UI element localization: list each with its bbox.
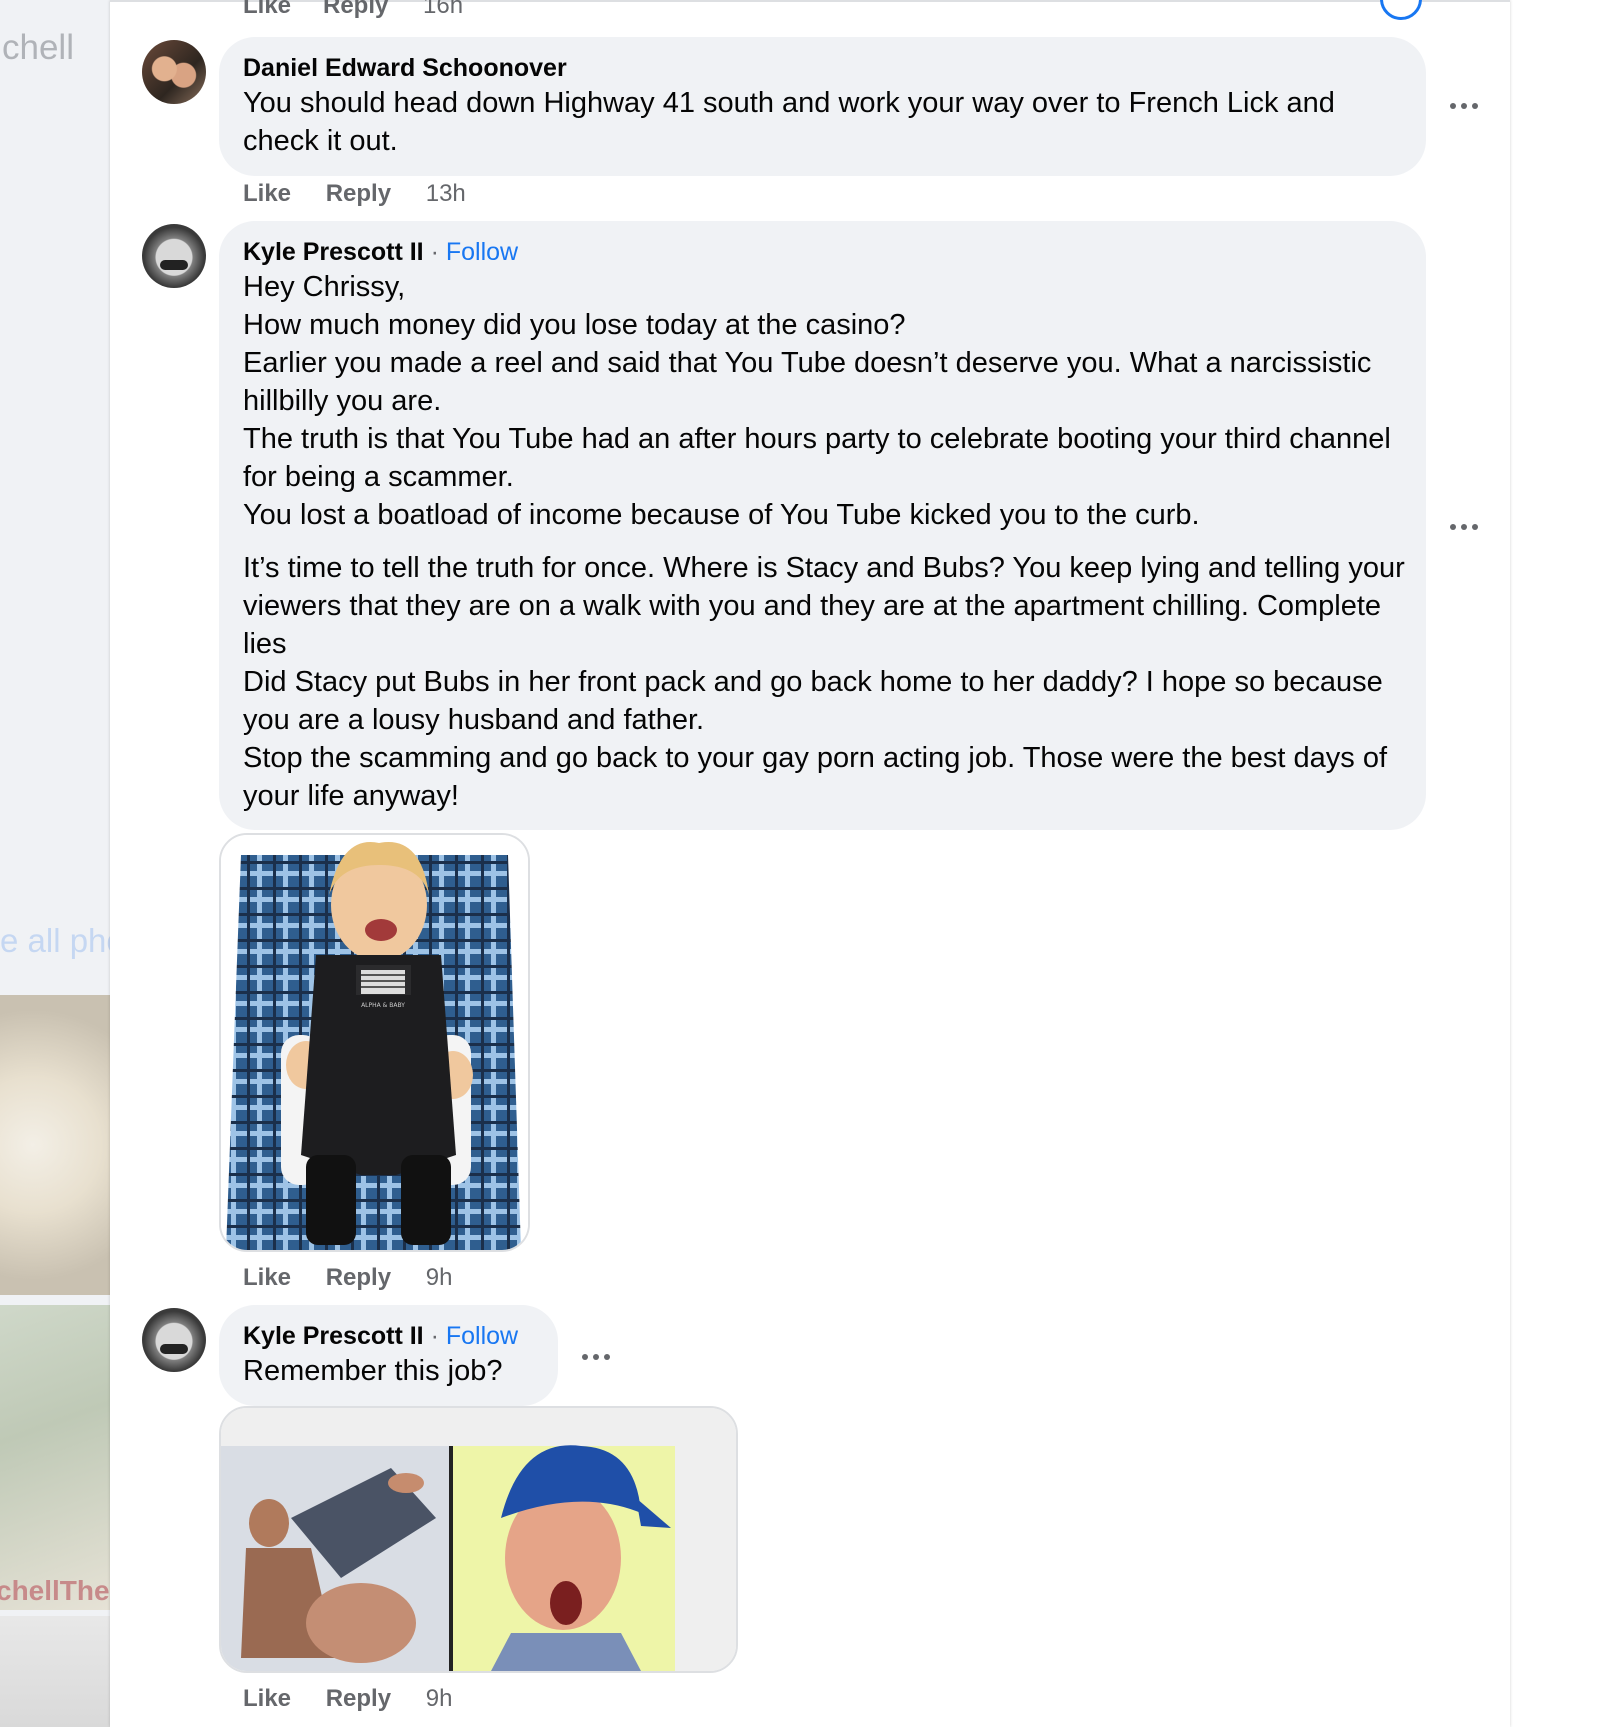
comment-timestamp[interactable]: 9h (426, 1685, 453, 1712)
comment-text: You should head down Highway 41 south an… (243, 84, 1413, 160)
comment-author-row: Kyle Prescott II · Follow (243, 1322, 518, 1351)
comment-line: Remember this job? (243, 1355, 503, 1387)
more-options-icon[interactable] (1448, 517, 1482, 537)
comment-text: Remember this job? (243, 1352, 553, 1390)
scroll-indicator-icon (1380, 0, 1422, 20)
comment-author-row: Kyle Prescott II · Follow (243, 238, 518, 267)
comment-timestamp[interactable]: 9h (426, 1264, 453, 1291)
comment-line: How much money did you lose today at the… (243, 309, 906, 341)
comment-image-attachment[interactable] (219, 1406, 738, 1673)
background-photo-thumbnail[interactable]: chellThe (0, 1305, 110, 1610)
follow-link[interactable]: Follow (446, 1322, 518, 1350)
comment-line: Did Stacy put Bubs in her front pack and… (243, 666, 1383, 736)
like-button[interactable]: Like (243, 0, 291, 20)
comment-line: Stop the scamming and go back to your ga… (243, 742, 1388, 812)
comment-bubble: Kyle Prescott II · Follow Remember this … (219, 1305, 558, 1406)
like-button[interactable]: Like (243, 1264, 291, 1291)
more-options-icon[interactable] (580, 1347, 614, 1367)
background-photo-thumbnail[interactable] (0, 995, 110, 1295)
comment-timestamp[interactable]: 16h (423, 0, 463, 20)
comment-actions: Like Reply 13h (243, 180, 466, 208)
follow-link[interactable]: Follow (446, 238, 518, 266)
avatar[interactable] (142, 40, 206, 104)
separator: · (430, 238, 439, 266)
avatar[interactable] (142, 1308, 206, 1372)
comment-actions: Like Reply 9h (243, 1264, 452, 1292)
carrier-label: ALPHA & BABY (361, 1002, 405, 1009)
reply-button[interactable]: Reply (326, 1685, 391, 1712)
baby-carrier-photo: ALPHA & BABY (221, 835, 528, 1250)
panel-top-border (110, 0, 1510, 2)
comment-timestamp[interactable]: 13h (426, 180, 466, 207)
more-options-icon[interactable] (1448, 96, 1482, 116)
like-button[interactable]: Like (243, 180, 291, 207)
comment-author[interactable]: Kyle Prescott II (243, 1322, 424, 1350)
comment-bubble: Daniel Edward Schoonover You should head… (219, 37, 1426, 176)
reply-button[interactable]: Reply (326, 1264, 391, 1291)
comment-line: You lost a boatload of income because of… (243, 499, 1200, 531)
comment-image-attachment[interactable]: ALPHA & BABY (219, 833, 530, 1252)
reply-button[interactable]: Reply (326, 180, 391, 207)
comment-actions: Like Reply 9h (243, 1685, 452, 1713)
comment-author[interactable]: Daniel Edward Schoonover (243, 54, 567, 83)
background-page: chell e all pho chellThe (0, 0, 110, 1727)
comment-bubble: Kyle Prescott II · Follow Hey Chrissy, H… (219, 221, 1426, 830)
background-profile-name: chell (2, 28, 74, 67)
photo-watermark: chellThe (0, 1575, 110, 1606)
background-right (1510, 0, 1620, 1727)
avatar[interactable] (142, 224, 206, 288)
background-photo-thumbnail[interactable] (0, 1616, 110, 1727)
comment-author[interactable]: Kyle Prescott II (243, 238, 424, 266)
comment-line: Earlier you made a reel and said that Yo… (243, 347, 1372, 417)
background-see-all-photos-link[interactable]: e all pho (0, 922, 110, 960)
comment-line: Hey Chrissy, (243, 271, 406, 303)
comments-panel: Like Reply 16h Daniel Edward Schoonover … (110, 0, 1510, 1727)
like-button[interactable]: Like (243, 1685, 291, 1712)
comment-text: Hey Chrissy, How much money did you lose… (243, 268, 1413, 815)
comment-line: The truth is that You Tube had an after … (243, 423, 1391, 493)
comment-line: It’s time to tell the truth for once. Wh… (243, 552, 1405, 660)
reply-button[interactable]: Reply (323, 0, 388, 20)
comment-line: You should head down Highway 41 south an… (243, 87, 1335, 157)
meme-photo (221, 1408, 736, 1671)
separator: · (430, 1322, 439, 1350)
